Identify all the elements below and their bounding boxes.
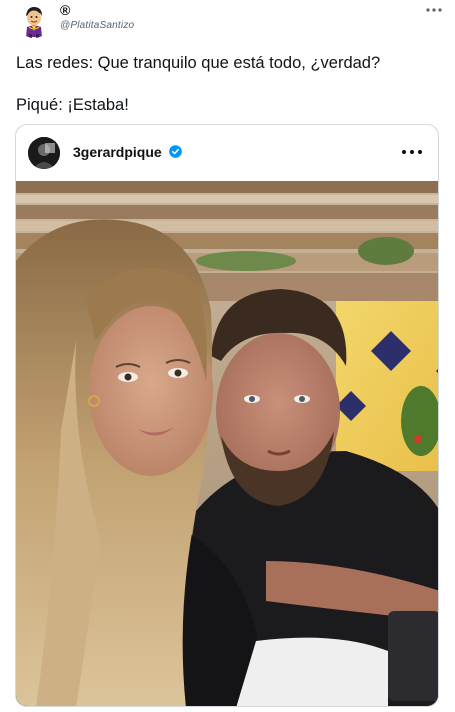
- embedded-post-header: 3gerardpique: [16, 125, 438, 180]
- author-name[interactable]: ®: [60, 2, 70, 18]
- selfie-photo[interactable]: [16, 181, 438, 706]
- embedded-post-username[interactable]: 3gerardpique: [73, 144, 162, 160]
- tweet-text: Las redes: Que tranquilo que está todo, …: [16, 52, 441, 116]
- author-handle[interactable]: @PlatitaSantizo: [60, 20, 134, 31]
- tweet[interactable]: ® @PlatitaSantizo Las redes: Que tranqui…: [0, 0, 455, 712]
- tweet-text-line-2: Piqué: ¡Estaba!: [16, 96, 129, 114]
- verified-badge-icon: [169, 145, 182, 158]
- embedded-post-avatar[interactable]: [28, 137, 60, 169]
- author-avatar[interactable]: [17, 4, 51, 38]
- embedded-more-options-icon[interactable]: [401, 141, 423, 162]
- embedded-post-card[interactable]: 3gerardpique: [15, 124, 439, 707]
- tweet-text-line-1: Las redes: Que tranquilo que está todo, …: [16, 54, 381, 72]
- more-options-icon[interactable]: [424, 2, 444, 18]
